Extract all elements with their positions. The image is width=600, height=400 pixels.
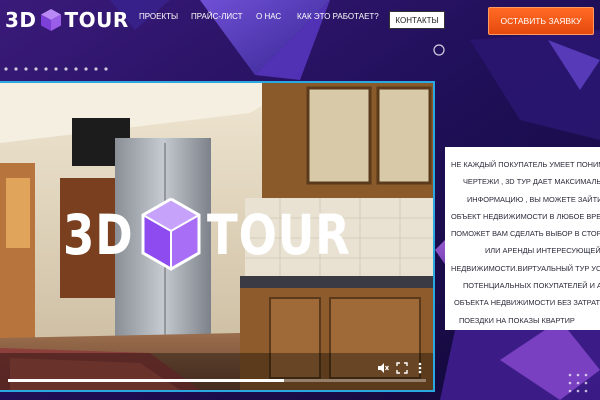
description-line: ПОМОЖЕТ ВАМ СДЕЛАТЬ ВЫБОР В СТОРО — [451, 229, 600, 239]
cube-icon — [40, 9, 61, 31]
dots-decoration — [4, 67, 108, 71]
nav-item-how-it-works[interactable]: КАК ЭТО РАБОТАЕТ? — [297, 12, 379, 21]
description-line: ЧЕРТЕЖИ , 3D ТУР ДАЕТ МАКСИМАЛЬНО — [463, 177, 600, 187]
description-line: ПОЕЗДКИ НА ПОКАЗЫ КВАРТИР — [459, 315, 575, 325]
logo-text-left: 3D — [5, 8, 37, 32]
more-icon[interactable] — [414, 362, 426, 374]
dots-decoration-bottom — [568, 373, 588, 393]
site-header: 3D TOUR ПРОЕКТЫ ПРАЙС-ЛИСТ О НАС КАК ЭТО… — [0, 0, 600, 40]
description-line: НЕ КАЖДЫЙ ПОКУПАТЕЛЬ УМЕЕТ ПОНИМ — [451, 160, 600, 169]
description-card: НЕ КАЖДЫЙ ПОКУПАТЕЛЬ УМЕЕТ ПОНИМ ЧЕРТЕЖИ… — [445, 147, 600, 330]
nav-item-about[interactable]: О НАС — [256, 12, 281, 21]
video-progress-fill — [8, 379, 284, 382]
description-line: НЕДВИЖИМОСТИ.ВИРТУАЛЬНЫЙ ТУР УС — [451, 263, 600, 273]
video-progress-bar[interactable] — [8, 379, 426, 382]
contacts-button[interactable]: КОНТАКТЫ — [389, 11, 445, 29]
order-button[interactable]: ОСТАВИТЬ ЗАЯВКУ — [488, 7, 594, 35]
description-line: ИЛИ АРЕНДЫ ИНТЕРЕСУЮЩЕЙ — [485, 246, 600, 256]
video-overlay-logo: 3D TOUR — [63, 195, 382, 275]
description-line: ИНФОРМАЦИЮ , ВЫ МОЖЕТЕ ЗАЙТИ П — [467, 194, 600, 204]
cube-icon — [141, 197, 201, 271]
overlay-logo-text-right: TOUR — [206, 203, 351, 267]
nav-item-projects[interactable]: ПРОЕКТЫ — [139, 12, 178, 21]
description-line: ОБЪЕКТА НЕДВИЖИМОСТИ БЕЗ ЗАТРАТ — [454, 298, 600, 308]
dots-decoration-right — [433, 44, 445, 56]
fullscreen-icon[interactable] — [396, 362, 408, 374]
logo-text-right: TOUR — [64, 8, 129, 32]
overlay-logo-text-left: 3D — [63, 203, 134, 267]
site-logo[interactable]: 3D TOUR — [5, 7, 129, 33]
nav-item-price-list[interactable]: ПРАЙС-ЛИСТ — [191, 12, 242, 21]
mute-icon[interactable] — [377, 362, 389, 374]
description-line: ОБЪЕКТ НЕДВИЖИМОСТИ В ЛЮБОЕ ВРЕМ — [451, 211, 600, 221]
description-line: ПОТЕНЦИАЛЬНЫХ ПОКУПАТЕЛЕЙ И АР — [463, 281, 600, 291]
